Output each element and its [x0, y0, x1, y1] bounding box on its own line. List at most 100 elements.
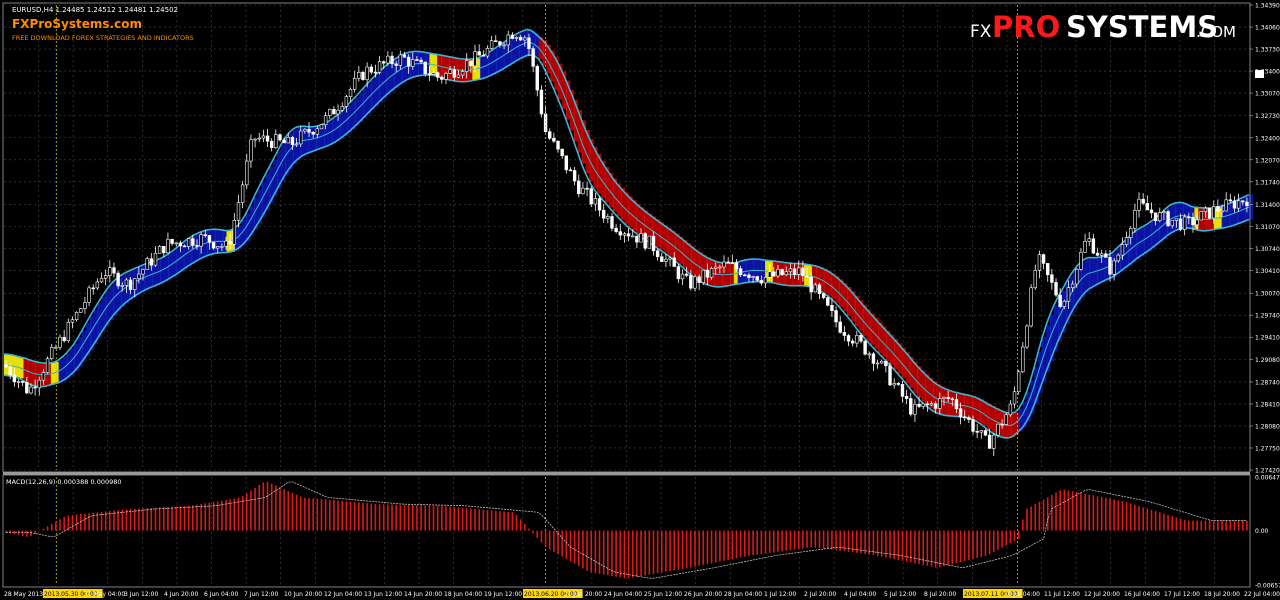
- candle-body: [1153, 212, 1158, 222]
- candle-body: [921, 403, 925, 407]
- candle-body: [1162, 211, 1166, 214]
- candle-body: [62, 336, 66, 342]
- price-tick-label: 1.27420: [1255, 468, 1280, 475]
- candle-body: [863, 340, 867, 355]
- candle-body: [1104, 253, 1108, 258]
- candle-body: [332, 108, 336, 115]
- price-tick-label: 1.32400: [1255, 135, 1280, 142]
- time-tick-label: 24 Jun 04:00: [604, 591, 642, 598]
- price-tick-label: 1.33070: [1255, 91, 1280, 98]
- macd-tick-label: 0.00: [1255, 528, 1269, 535]
- candle-body: [489, 40, 494, 49]
- candle-body: [784, 271, 788, 276]
- price-tick-label: 1.34060: [1255, 25, 1280, 32]
- candle-body: [610, 216, 614, 229]
- time-tick-label: 28 May 2013: [4, 591, 43, 598]
- chart-background: [0, 0, 1280, 600]
- candle-body: [909, 398, 913, 415]
- candle-body: [124, 279, 129, 286]
- candle-body: [1216, 206, 1220, 212]
- candle-body: [8, 366, 12, 376]
- candle-body: [718, 266, 722, 269]
- candle-body: [772, 271, 776, 277]
- candle-body: [560, 148, 564, 157]
- candle-body: [133, 278, 137, 290]
- candle-body: [228, 240, 232, 245]
- candle-body: [867, 353, 871, 356]
- time-tick-label: 14 Jun 20:00: [404, 591, 442, 598]
- time-tick-label: 31 May 04:00: [84, 591, 125, 598]
- candle-body: [1236, 200, 1241, 209]
- candle-body: [170, 238, 174, 244]
- candle-body: [1046, 263, 1050, 276]
- candle-body: [938, 398, 942, 409]
- time-tick-label: 2 Jul 20:00: [804, 591, 836, 598]
- candle-body: [1241, 200, 1245, 203]
- candle-body: [365, 66, 369, 81]
- candle-body: [323, 115, 328, 125]
- candle-body: [141, 269, 145, 275]
- candle-body: [958, 408, 963, 418]
- candle-body: [108, 267, 112, 276]
- candle-body: [797, 267, 801, 275]
- candle-body: [983, 430, 988, 436]
- candle-body: [1149, 209, 1154, 214]
- candle-body: [1137, 198, 1141, 211]
- candle-body: [1220, 210, 1224, 213]
- chart-shift-marker[interactable]: [1255, 70, 1264, 78]
- candle-body: [91, 287, 95, 290]
- candle-body: [494, 40, 498, 43]
- time-tick-label: 6 Jun 04:00: [204, 591, 238, 598]
- candle-body: [618, 231, 622, 236]
- candle-body: [871, 353, 876, 364]
- candle-body: [1178, 218, 1183, 230]
- candle-body: [900, 384, 905, 397]
- candle-body: [328, 108, 332, 116]
- candle-body: [722, 261, 726, 268]
- time-tick-label: 11 Jul 12:00: [1044, 591, 1080, 598]
- candle-body: [137, 273, 141, 280]
- candle-body: [232, 220, 237, 245]
- candle-body: [166, 238, 170, 254]
- candle-body: [382, 61, 386, 64]
- candle-body: [4, 364, 8, 368]
- candle-body: [274, 134, 278, 148]
- candle-body: [539, 89, 544, 115]
- candle-body: [423, 61, 427, 74]
- candle-body: [651, 235, 656, 252]
- candle-body: [805, 275, 809, 278]
- forex-chart: 1.343901.340601.337301.334001.330701.327…: [0, 0, 1280, 600]
- candle-body: [195, 245, 199, 247]
- candle-body: [593, 198, 598, 205]
- candle-body: [946, 397, 950, 399]
- candle-body: [149, 258, 154, 266]
- candle-body: [440, 76, 444, 80]
- candle-body: [821, 293, 826, 298]
- candle-body: [1224, 199, 1228, 212]
- candle-body: [145, 258, 149, 270]
- candle-body: [1012, 391, 1017, 405]
- price-tick-label: 1.27750: [1255, 445, 1280, 452]
- candle-body: [448, 69, 452, 74]
- candle-body: [95, 281, 100, 289]
- candle-body: [469, 60, 473, 67]
- candle-body: [1145, 203, 1150, 211]
- candle-body: [112, 267, 116, 274]
- time-tick-label: 26 Jun 20:00: [684, 591, 722, 598]
- candle-body: [942, 397, 946, 399]
- candle-body: [344, 96, 349, 107]
- candle-body: [975, 430, 979, 433]
- candle-body: [207, 235, 212, 243]
- candle-body: [531, 48, 535, 67]
- time-tick-label: 25 Jun 12:00: [644, 591, 682, 598]
- candle-body: [66, 321, 71, 342]
- candle-body: [12, 374, 17, 383]
- candle-body: [929, 403, 934, 406]
- candle-body: [850, 340, 855, 344]
- candle-body: [859, 335, 863, 342]
- candle-body: [120, 285, 124, 287]
- candle-body: [1091, 238, 1096, 254]
- candle-body: [950, 398, 954, 400]
- candle-body: [759, 280, 764, 284]
- candle-body: [622, 233, 627, 236]
